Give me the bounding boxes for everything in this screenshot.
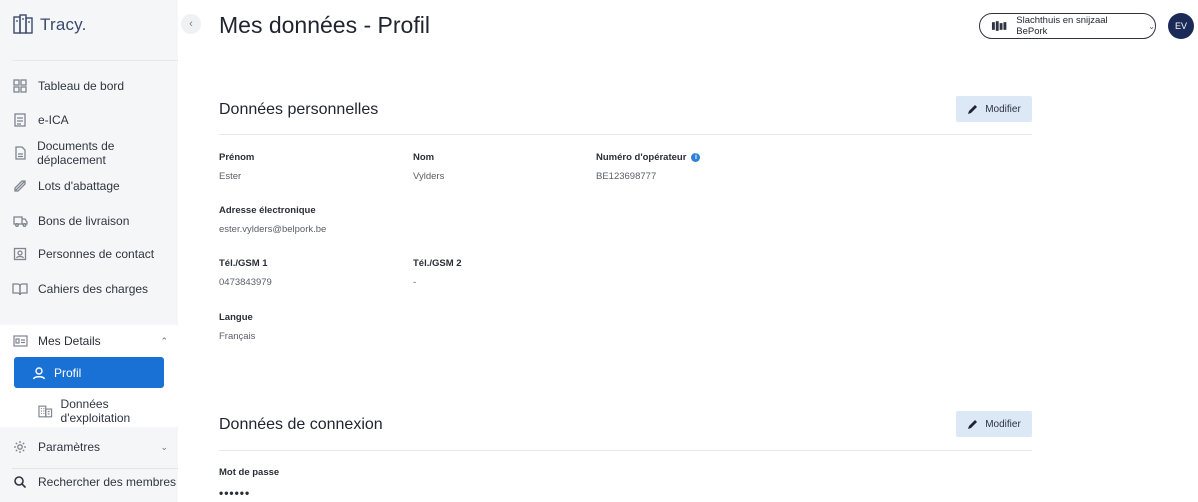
app-logo[interactable]: Tracy. bbox=[12, 14, 87, 36]
file-icon bbox=[12, 145, 27, 161]
sidebar-item-label: Rechercher des membres bbox=[38, 475, 177, 489]
truck-icon bbox=[12, 213, 28, 229]
search-icon bbox=[12, 474, 28, 490]
divider bbox=[219, 134, 1032, 135]
sidebar-subitem-label: Données d'exploitation bbox=[60, 397, 131, 425]
sidebar-item-label: Paramètres bbox=[38, 440, 101, 454]
chevron-down-icon: ⌄ bbox=[160, 441, 168, 452]
operator-number-value: BE123698777 bbox=[596, 171, 657, 182]
language-value: Français bbox=[219, 331, 256, 342]
sidebar-item-label: Tableau de bord bbox=[38, 79, 125, 93]
section-title-connection: Données de connexion bbox=[219, 416, 383, 433]
phone1-value: 0473843979 bbox=[219, 277, 272, 288]
building-icon bbox=[38, 405, 53, 418]
divider bbox=[12, 468, 178, 469]
chevron-left-icon: ‹ bbox=[189, 18, 193, 30]
phone2-label: Tél./GSM 2 bbox=[413, 258, 462, 269]
first-name-label: Prénom bbox=[219, 152, 255, 163]
organization-selector[interactable]: Slachthuis en snijzaal BePork ⌄ bbox=[979, 13, 1156, 39]
book-icon bbox=[12, 281, 28, 297]
edit-button-label: Modifier bbox=[985, 418, 1021, 430]
email-label: Adresse électronique bbox=[219, 205, 316, 216]
edit-button-label: Modifier bbox=[985, 103, 1021, 115]
phone2-value: - bbox=[413, 277, 417, 288]
sidebar-item-label: e-ICA bbox=[38, 113, 69, 127]
pencil-icon bbox=[968, 420, 978, 429]
sidebar-item-label: Bons de livraison bbox=[38, 214, 130, 228]
tracy-logo-icon bbox=[13, 14, 33, 34]
sidebar: Tracy. Tableau de bord e-ICA Documents d… bbox=[0, 0, 178, 502]
chevron-down-icon: ⌄ bbox=[1148, 21, 1155, 31]
sidebar-item-label: Lots d'abattage bbox=[38, 179, 120, 193]
password-value: •••••• bbox=[219, 486, 251, 500]
sidebar-item-rechercher-des-membres[interactable]: Rechercher des membres bbox=[12, 471, 176, 493]
sidebar-item-lots-d-abattage[interactable]: Lots d'abattage bbox=[12, 175, 120, 197]
organization-name: Slachthuis en snijzaal BePork bbox=[1016, 15, 1108, 37]
edit-connection-button[interactable]: Modifier bbox=[956, 411, 1032, 437]
logo-text: Tracy. bbox=[40, 15, 87, 34]
tag-icon bbox=[12, 178, 28, 194]
divider bbox=[219, 450, 1032, 451]
sidebar-item-documents-de-deplacement[interactable]: Documents de déplacement bbox=[12, 139, 178, 167]
document-icon bbox=[12, 112, 28, 128]
password-label: Mot de passe bbox=[219, 467, 280, 478]
sidebar-item-e-ica[interactable]: e-ICA bbox=[12, 109, 69, 131]
collapse-sidebar-button[interactable]: ‹ bbox=[181, 14, 201, 34]
organization-logo-icon bbox=[991, 21, 1007, 31]
page-title: Mes données - Profil bbox=[219, 12, 430, 38]
sidebar-item-parametres[interactable]: Paramètres ⌄ bbox=[12, 436, 168, 458]
sidebar-item-bons-de-livraison[interactable]: Bons de livraison bbox=[12, 210, 129, 232]
last-name-value: Vylders bbox=[413, 171, 445, 182]
sidebar-item-cahiers-des-charges[interactable]: Cahiers des charges bbox=[12, 278, 148, 300]
operator-number-label: Numéro d'opérateur i bbox=[596, 152, 701, 163]
sidebar-group-mes-details[interactable]: Mes Details ⌃ bbox=[12, 330, 168, 352]
section-title-personal: Données personnelles bbox=[219, 101, 379, 118]
sidebar-item-label: Documents de déplacement bbox=[37, 139, 115, 167]
contact-icon bbox=[12, 246, 28, 262]
info-icon[interactable]: i bbox=[691, 153, 701, 162]
email-value: ester.vylders@belpork.be bbox=[219, 224, 327, 235]
first-name-value: Ester bbox=[219, 171, 242, 182]
sidebar-group-label: Mes Details bbox=[38, 334, 101, 348]
avatar[interactable]: EV bbox=[1168, 13, 1194, 39]
sidebar-subitem-donnees-d-exploitation[interactable]: Données d'exploitation bbox=[38, 397, 178, 425]
phone1-label: Tél./GSM 1 bbox=[219, 258, 268, 269]
sidebar-item-personnes-de-contact[interactable]: Personnes de contact bbox=[12, 243, 154, 265]
language-label: Langue bbox=[219, 312, 253, 323]
divider bbox=[12, 60, 178, 61]
chevron-up-icon: ⌃ bbox=[160, 335, 168, 346]
id-card-icon bbox=[12, 333, 28, 349]
dashboard-icon bbox=[12, 78, 28, 94]
sidebar-item-label: Cahiers des charges bbox=[38, 282, 149, 296]
sidebar-item-tableau-de-bord[interactable]: Tableau de bord bbox=[12, 75, 124, 97]
last-name-label: Nom bbox=[413, 152, 435, 163]
sidebar-subitem-label: Profil bbox=[54, 365, 82, 380]
pencil-icon bbox=[968, 105, 978, 114]
gear-icon bbox=[12, 439, 28, 455]
edit-personal-button[interactable]: Modifier bbox=[956, 96, 1032, 122]
sidebar-item-label: Personnes de contact bbox=[38, 247, 155, 261]
operator-number-label-text: Numéro d'opérateur bbox=[596, 152, 687, 163]
user-icon bbox=[32, 366, 46, 379]
sidebar-subitem-profil[interactable]: Profil bbox=[14, 357, 164, 388]
